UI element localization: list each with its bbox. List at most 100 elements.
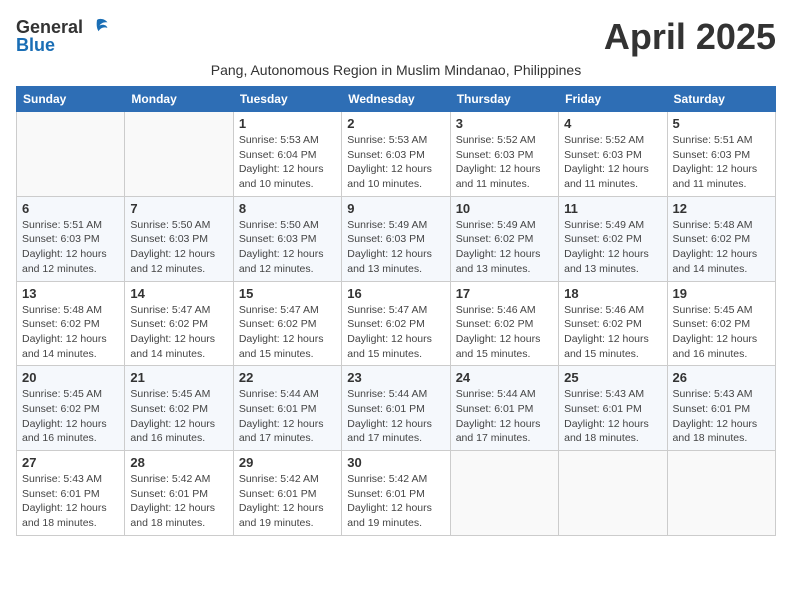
calendar-header-tuesday: Tuesday [233, 87, 341, 112]
calendar-cell [667, 451, 775, 536]
day-info: Sunrise: 5:50 AM Sunset: 6:03 PM Dayligh… [239, 218, 336, 277]
calendar-cell: 2 Sunrise: 5:53 AM Sunset: 6:03 PM Daylig… [342, 112, 450, 197]
day-info: Sunrise: 5:50 AM Sunset: 6:03 PM Dayligh… [130, 218, 227, 277]
calendar-subtitle: Pang, Autonomous Region in Muslim Mindan… [16, 62, 776, 78]
calendar-cell: 22 Sunrise: 5:44 AM Sunset: 6:01 PM Dayli… [233, 366, 341, 451]
page-header: General Blue April 2025 [16, 16, 776, 58]
calendar-cell [17, 112, 125, 197]
day-info: Sunrise: 5:47 AM Sunset: 6:02 PM Dayligh… [130, 303, 227, 362]
day-number: 10 [456, 201, 553, 216]
calendar-cell: 12 Sunrise: 5:48 AM Sunset: 6:02 PM Dayli… [667, 196, 775, 281]
day-info: Sunrise: 5:44 AM Sunset: 6:01 PM Dayligh… [239, 387, 336, 446]
day-info: Sunrise: 5:45 AM Sunset: 6:02 PM Dayligh… [22, 387, 119, 446]
day-number: 25 [564, 370, 661, 385]
calendar-header-monday: Monday [125, 87, 233, 112]
day-info: Sunrise: 5:42 AM Sunset: 6:01 PM Dayligh… [239, 472, 336, 531]
calendar-week-row: 20 Sunrise: 5:45 AM Sunset: 6:02 PM Dayli… [17, 366, 776, 451]
day-info: Sunrise: 5:46 AM Sunset: 6:02 PM Dayligh… [456, 303, 553, 362]
day-number: 24 [456, 370, 553, 385]
day-info: Sunrise: 5:46 AM Sunset: 6:02 PM Dayligh… [564, 303, 661, 362]
calendar-week-row: 6Sunrise: 5:51 AM Sunset: 6:03 PM Daylig… [17, 196, 776, 281]
day-number: 15 [239, 286, 336, 301]
calendar-header-saturday: Saturday [667, 87, 775, 112]
calendar-cell [450, 451, 558, 536]
day-info: Sunrise: 5:44 AM Sunset: 6:01 PM Dayligh… [456, 387, 553, 446]
logo-bird-icon [85, 16, 109, 40]
calendar-cell: 13Sunrise: 5:48 AM Sunset: 6:02 PM Dayli… [17, 281, 125, 366]
day-number: 6 [22, 201, 119, 216]
calendar-cell [125, 112, 233, 197]
day-info: Sunrise: 5:47 AM Sunset: 6:02 PM Dayligh… [347, 303, 444, 362]
calendar-cell: 20 Sunrise: 5:45 AM Sunset: 6:02 PM Dayli… [17, 366, 125, 451]
day-number: 30 [347, 455, 444, 470]
calendar-header-sunday: Sunday [17, 87, 125, 112]
calendar-cell: 1 Sunrise: 5:53 AM Sunset: 6:04 PM Daylig… [233, 112, 341, 197]
day-number: 20 [22, 370, 119, 385]
day-number: 13 [22, 286, 119, 301]
day-number: 11 [564, 201, 661, 216]
day-number: 7 [130, 201, 227, 216]
calendar-cell: 8 Sunrise: 5:50 AM Sunset: 6:03 PM Daylig… [233, 196, 341, 281]
calendar-cell: 24 Sunrise: 5:44 AM Sunset: 6:01 PM Dayli… [450, 366, 558, 451]
day-info: Sunrise: 5:47 AM Sunset: 6:02 PM Dayligh… [239, 303, 336, 362]
calendar-cell: 14Sunrise: 5:47 AM Sunset: 6:02 PM Dayli… [125, 281, 233, 366]
day-info: Sunrise: 5:53 AM Sunset: 6:04 PM Dayligh… [239, 133, 336, 192]
day-info: Sunrise: 5:45 AM Sunset: 6:02 PM Dayligh… [130, 387, 227, 446]
calendar-cell: 5Sunrise: 5:51 AM Sunset: 6:03 PM Daylig… [667, 112, 775, 197]
day-info: Sunrise: 5:42 AM Sunset: 6:01 PM Dayligh… [347, 472, 444, 531]
day-info: Sunrise: 5:44 AM Sunset: 6:01 PM Dayligh… [347, 387, 444, 446]
calendar-cell: 15 Sunrise: 5:47 AM Sunset: 6:02 PM Dayli… [233, 281, 341, 366]
logo: General Blue [16, 16, 109, 56]
calendar-week-row: 1 Sunrise: 5:53 AM Sunset: 6:04 PM Daylig… [17, 112, 776, 197]
calendar-cell: 23 Sunrise: 5:44 AM Sunset: 6:01 PM Dayli… [342, 366, 450, 451]
day-info: Sunrise: 5:43 AM Sunset: 6:01 PM Dayligh… [673, 387, 770, 446]
day-info: Sunrise: 5:45 AM Sunset: 6:02 PM Dayligh… [673, 303, 770, 362]
day-info: Sunrise: 5:49 AM Sunset: 6:02 PM Dayligh… [564, 218, 661, 277]
calendar-table: SundayMondayTuesdayWednesdayThursdayFrid… [16, 86, 776, 536]
day-number: 8 [239, 201, 336, 216]
calendar-cell: 7 Sunrise: 5:50 AM Sunset: 6:03 PM Daylig… [125, 196, 233, 281]
day-info: Sunrise: 5:43 AM Sunset: 6:01 PM Dayligh… [22, 472, 119, 531]
calendar-cell: 25 Sunrise: 5:43 AM Sunset: 6:01 PM Dayli… [559, 366, 667, 451]
day-number: 1 [239, 116, 336, 131]
calendar-cell: 26 Sunrise: 5:43 AM Sunset: 6:01 PM Dayli… [667, 366, 775, 451]
calendar-cell: 11 Sunrise: 5:49 AM Sunset: 6:02 PM Dayli… [559, 196, 667, 281]
calendar-cell: 28Sunrise: 5:42 AM Sunset: 6:01 PM Dayli… [125, 451, 233, 536]
calendar-cell: 21 Sunrise: 5:45 AM Sunset: 6:02 PM Dayli… [125, 366, 233, 451]
calendar-cell: 29Sunrise: 5:42 AM Sunset: 6:01 PM Dayli… [233, 451, 341, 536]
calendar-cell: 18Sunrise: 5:46 AM Sunset: 6:02 PM Dayli… [559, 281, 667, 366]
calendar-cell: 6Sunrise: 5:51 AM Sunset: 6:03 PM Daylig… [17, 196, 125, 281]
day-number: 23 [347, 370, 444, 385]
calendar-cell: 4Sunrise: 5:52 AM Sunset: 6:03 PM Daylig… [559, 112, 667, 197]
day-info: Sunrise: 5:52 AM Sunset: 6:03 PM Dayligh… [564, 133, 661, 192]
calendar-header-friday: Friday [559, 87, 667, 112]
calendar-cell [559, 451, 667, 536]
day-info: Sunrise: 5:49 AM Sunset: 6:03 PM Dayligh… [347, 218, 444, 277]
month-title: April 2025 [604, 16, 776, 58]
day-number: 17 [456, 286, 553, 301]
day-info: Sunrise: 5:53 AM Sunset: 6:03 PM Dayligh… [347, 133, 444, 192]
calendar-cell: 16 Sunrise: 5:47 AM Sunset: 6:02 PM Dayli… [342, 281, 450, 366]
day-number: 27 [22, 455, 119, 470]
day-number: 12 [673, 201, 770, 216]
calendar-cell: 9 Sunrise: 5:49 AM Sunset: 6:03 PM Daylig… [342, 196, 450, 281]
day-number: 22 [239, 370, 336, 385]
calendar-header-row: SundayMondayTuesdayWednesdayThursdayFrid… [17, 87, 776, 112]
day-number: 26 [673, 370, 770, 385]
calendar-cell: 3 Sunrise: 5:52 AM Sunset: 6:03 PM Daylig… [450, 112, 558, 197]
day-number: 2 [347, 116, 444, 131]
calendar-week-row: 13Sunrise: 5:48 AM Sunset: 6:02 PM Dayli… [17, 281, 776, 366]
calendar-header-wednesday: Wednesday [342, 87, 450, 112]
day-number: 3 [456, 116, 553, 131]
day-number: 5 [673, 116, 770, 131]
day-number: 19 [673, 286, 770, 301]
calendar-cell: 10Sunrise: 5:49 AM Sunset: 6:02 PM Dayli… [450, 196, 558, 281]
day-info: Sunrise: 5:52 AM Sunset: 6:03 PM Dayligh… [456, 133, 553, 192]
day-number: 28 [130, 455, 227, 470]
day-number: 16 [347, 286, 444, 301]
calendar-cell: 30 Sunrise: 5:42 AM Sunset: 6:01 PM Dayli… [342, 451, 450, 536]
day-info: Sunrise: 5:43 AM Sunset: 6:01 PM Dayligh… [564, 387, 661, 446]
day-number: 9 [347, 201, 444, 216]
day-number: 21 [130, 370, 227, 385]
day-info: Sunrise: 5:48 AM Sunset: 6:02 PM Dayligh… [673, 218, 770, 277]
